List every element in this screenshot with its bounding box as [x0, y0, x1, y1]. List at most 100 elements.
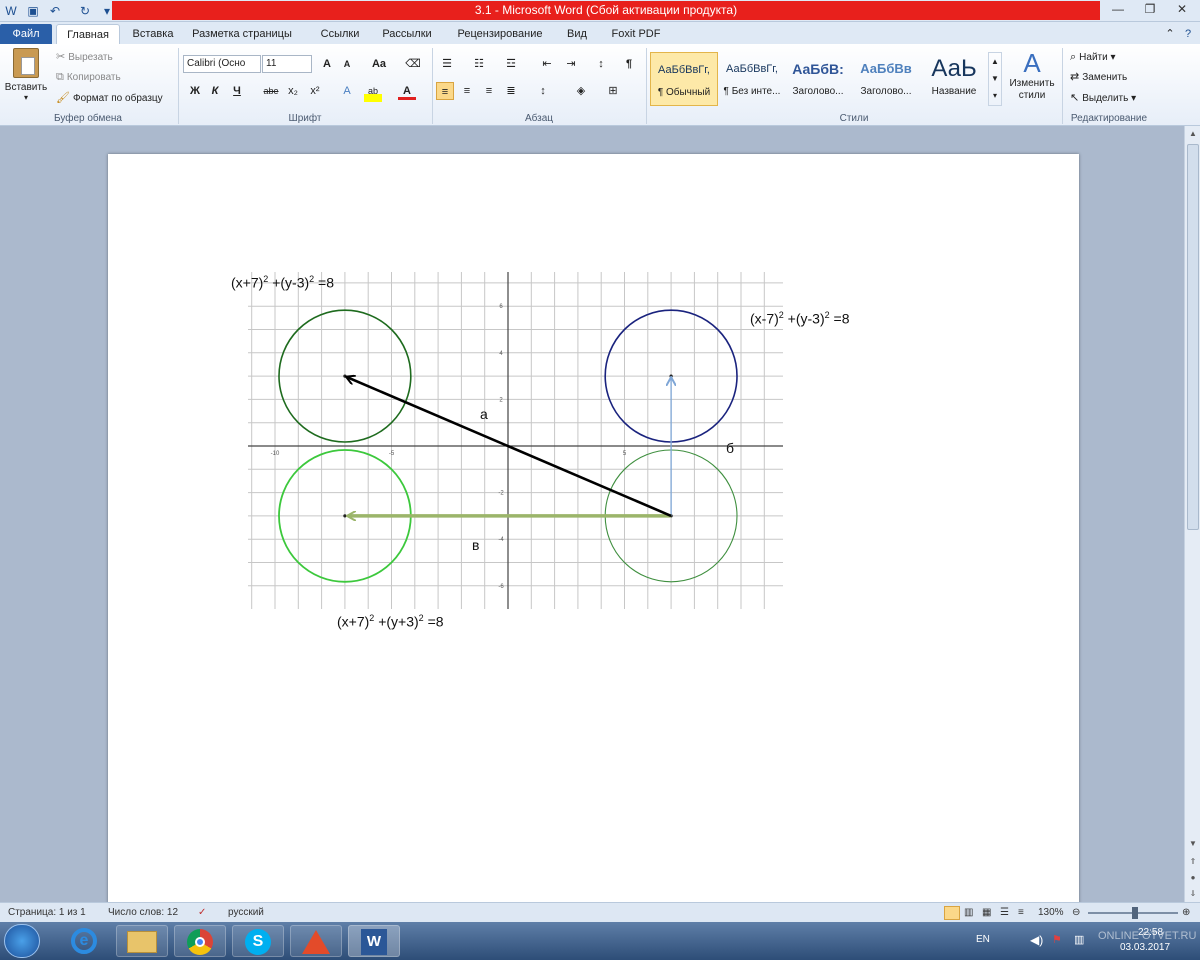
word-app-icon[interactable]: W [2, 2, 20, 20]
prev-page-icon[interactable]: ⇑ [1187, 856, 1199, 868]
numbering-icon[interactable]: ☷ [470, 55, 488, 73]
help-icon[interactable]: ? [1180, 24, 1196, 44]
replace-button[interactable]: ⇄ Заменить [1070, 69, 1127, 86]
page-count[interactable]: Страница: 1 из 1 [8, 903, 86, 923]
align-left-icon[interactable]: ≡ [436, 82, 454, 100]
draft-icon[interactable]: ≡ [1018, 903, 1024, 923]
tab-view[interactable]: Вид [558, 24, 596, 44]
change-case-button[interactable]: Aa [368, 55, 390, 73]
font-size-select[interactable]: 11 [262, 55, 312, 73]
tab-review[interactable]: Рецензирование [450, 24, 550, 44]
full-screen-reading-icon[interactable]: ▥ [964, 903, 973, 923]
tab-insert[interactable]: Вставка [124, 24, 182, 44]
editing-group-label: Редактирование [1070, 113, 1148, 124]
justify-icon[interactable]: ≣ [502, 82, 520, 100]
redo-icon[interactable]: ↻ [76, 2, 94, 20]
skype-icon[interactable]: S [232, 925, 284, 957]
select-button[interactable]: ↖ Выделить ▾ [1070, 90, 1136, 107]
copy-button[interactable]: ⧉ Копировать [56, 69, 121, 86]
zoom-in-icon[interactable]: ⊕ [1182, 903, 1190, 923]
ribbon: Вставить ▾ ✂ Вырезать ⧉ Копировать 🖌 Формат… [0, 44, 1200, 126]
format-painter-button[interactable]: 🖌 Формат по образцу [56, 90, 163, 107]
word-count[interactable]: Число слов: 12 [108, 903, 178, 923]
paste-icon [13, 48, 39, 78]
equation-top-right: (x-7)2 +(y-3)2 =8 [750, 310, 850, 327]
strikethrough-button[interactable]: abe [260, 82, 282, 100]
style-title[interactable]: АаЬ Название [922, 52, 986, 106]
circle-centre-point [343, 374, 347, 378]
tab-foxit-pdf[interactable]: Foxit PDF [606, 24, 666, 44]
superscript-button[interactable]: x² [306, 82, 324, 100]
volume-icon[interactable]: ◀) [1030, 933, 1043, 947]
zoom-level[interactable]: 130% [1038, 903, 1064, 923]
outline-icon[interactable]: ☰ [1000, 903, 1009, 923]
shading-icon[interactable]: ◈ [572, 82, 590, 100]
vertical-scrollbar[interactable]: ▲ ▼ ⇑ ● ⇓ [1184, 126, 1200, 902]
word-taskbar-icon[interactable]: W [348, 925, 400, 957]
file-explorer-icon[interactable] [116, 925, 168, 957]
cut-button[interactable]: ✂ Вырезать [56, 49, 113, 66]
italic-button[interactable]: К [206, 82, 224, 100]
show-marks-button[interactable]: ¶ [620, 55, 638, 73]
font-color-icon[interactable]: A [398, 82, 416, 100]
multilevel-list-icon[interactable]: ☲ [502, 55, 520, 73]
web-layout-icon[interactable]: ▦ [982, 903, 991, 923]
text-effects-icon[interactable]: A [338, 82, 356, 100]
close-button[interactable]: ✕ [1166, 0, 1198, 18]
input-language[interactable]: EN [976, 934, 990, 945]
decrease-indent-icon[interactable]: ⇤ [538, 55, 556, 73]
find-button[interactable]: ⌕ Найти ▾ [1070, 49, 1116, 66]
align-right-icon[interactable]: ≡ [480, 82, 498, 100]
zoom-slider-thumb[interactable] [1132, 907, 1138, 919]
underline-button[interactable]: Ч [228, 82, 246, 100]
style-heading-2[interactable]: АаБбВв Заголово... [852, 52, 920, 106]
sort-icon[interactable]: ↕ [592, 55, 610, 73]
internet-explorer-icon[interactable]: e [58, 925, 110, 957]
language-indicator[interactable]: русский [228, 903, 264, 923]
print-layout-icon[interactable] [944, 906, 960, 920]
change-styles-button[interactable]: A Изменить стили [1006, 48, 1058, 110]
clock-date[interactable]: 03.03.2017 [1120, 942, 1170, 953]
scroll-up-icon[interactable]: ▲ [1187, 128, 1199, 140]
style-heading-1[interactable]: АаБбВ: Заголово... [786, 52, 850, 106]
browse-object-icon[interactable]: ● [1187, 872, 1199, 884]
save-icon[interactable]: ▣ [24, 2, 42, 20]
clock-time[interactable]: 22:58 [1138, 927, 1163, 938]
spelling-icon[interactable]: ✓ [198, 903, 206, 923]
network-icon[interactable]: ▥ [1074, 933, 1084, 946]
start-button[interactable] [4, 924, 40, 958]
tab-page-layout[interactable]: Разметка страницы [186, 24, 298, 44]
zoom-out-icon[interactable]: ⊖ [1072, 903, 1080, 923]
chrome-icon[interactable] [174, 925, 226, 957]
line-spacing-icon[interactable]: ↕ [534, 82, 552, 100]
paste-button[interactable]: Вставить ▾ [4, 48, 48, 108]
tab-home[interactable]: Главная [56, 24, 120, 44]
increase-indent-icon[interactable]: ⇥ [562, 55, 580, 73]
subscript-button[interactable]: x₂ [284, 82, 302, 100]
grow-font-button[interactable]: A [318, 55, 336, 73]
scroll-down-icon[interactable]: ▼ [1187, 838, 1199, 850]
undo-icon[interactable]: ↶ [46, 2, 64, 20]
align-center-icon[interactable]: ≡ [458, 82, 476, 100]
clear-formatting-icon[interactable]: ⌫ [404, 55, 422, 73]
bullets-icon[interactable]: ☰ [438, 55, 456, 73]
font-name-select[interactable]: Calibri (Осно [183, 55, 261, 73]
maximize-button[interactable]: ❐ [1134, 0, 1166, 18]
brush-icon: 🖌 [56, 92, 70, 104]
scroll-thumb[interactable] [1187, 144, 1199, 530]
bold-button[interactable]: Ж [186, 82, 204, 100]
next-page-icon[interactable]: ⇓ [1187, 888, 1199, 900]
collapse-ribbon-icon[interactable]: ⌃ [1162, 24, 1178, 44]
borders-icon[interactable]: ⊞ [604, 82, 622, 100]
flag-icon[interactable]: ⚑ [1052, 933, 1062, 946]
style-no-spacing[interactable]: АаБбВвГг, ¶ Без инте... [720, 52, 784, 106]
document-page[interactable]: -10 -5 5 6 4 2 -2 -4 -6 (x+7)2 +(y-3)2 =8 (x-7)2… [108, 154, 1079, 904]
shrink-font-button[interactable]: A [338, 55, 356, 73]
styles-scroll[interactable]: ▲ ▼ ▾ [988, 52, 1002, 106]
style-normal[interactable]: АаБбВвГг, ¶ Обычный [650, 52, 718, 106]
tab-references[interactable]: Ссылки [310, 24, 370, 44]
app-triangle-icon[interactable] [290, 925, 342, 957]
tab-mailings[interactable]: Рассылки [374, 24, 440, 44]
tab-file[interactable]: Файл [0, 24, 52, 44]
minimize-button[interactable]: — [1102, 0, 1134, 18]
